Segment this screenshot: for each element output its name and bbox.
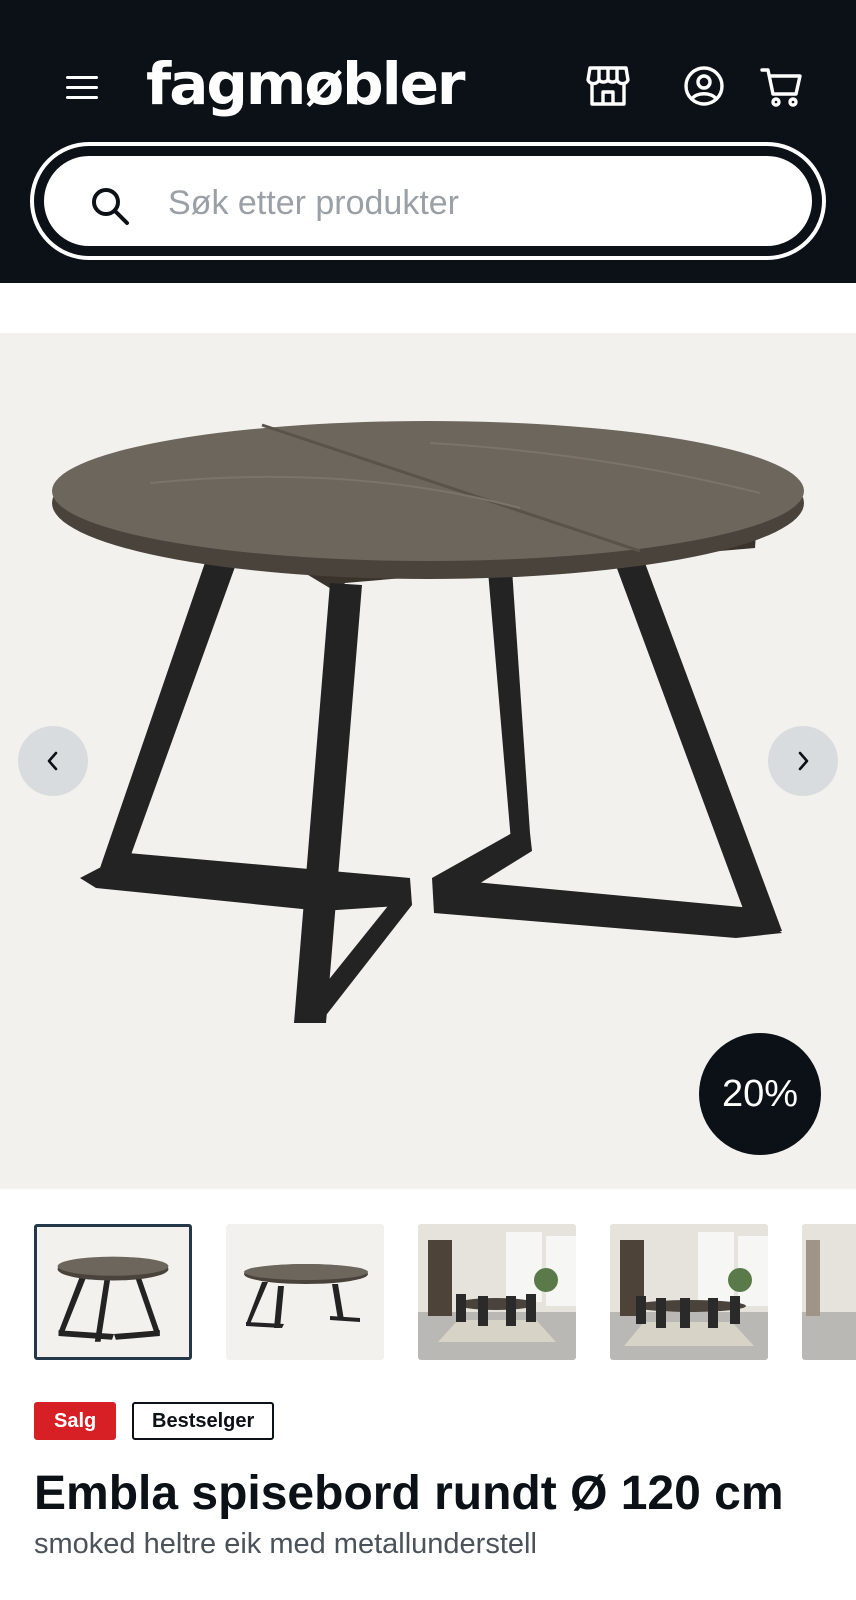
product-image-gallery[interactable]: 20%: [0, 333, 856, 1189]
sale-badge: Salg: [34, 1402, 117, 1440]
site-header: fagmøbler Søk etter produkter: [0, 0, 856, 283]
cart-icon[interactable]: [758, 62, 806, 110]
thumbnail-4[interactable]: [610, 1224, 768, 1360]
thumbnail-5[interactable]: [802, 1224, 856, 1360]
search-placeholder: Søk etter produkter: [168, 184, 460, 222]
menu-icon[interactable]: [64, 72, 102, 102]
gallery-prev-button[interactable]: [18, 726, 88, 796]
search-bar: Søk etter produkter: [30, 142, 826, 260]
account-icon[interactable]: [680, 62, 728, 110]
discount-badge: 20%: [699, 1033, 821, 1155]
search-input[interactable]: Søk etter produkter: [40, 152, 816, 250]
site-logo[interactable]: fagmøbler: [146, 44, 466, 124]
chevron-right-icon: [798, 751, 809, 771]
product-subtitle: smoked heltre eik med metallunderstell: [34, 1528, 537, 1560]
thumbnail-3[interactable]: [418, 1224, 576, 1360]
store-icon[interactable]: [584, 62, 632, 110]
search-icon: [92, 188, 129, 225]
product-title: Embla spisebord rundt Ø 120 cm: [34, 1467, 784, 1520]
thumbnail-2[interactable]: [226, 1224, 384, 1360]
thumbnail-strip: [34, 1222, 856, 1360]
bestseller-badge: Bestselger: [132, 1402, 275, 1440]
chevron-left-icon: [47, 751, 58, 771]
gallery-next-button[interactable]: [768, 726, 838, 796]
thumbnail-1[interactable]: [34, 1224, 192, 1360]
